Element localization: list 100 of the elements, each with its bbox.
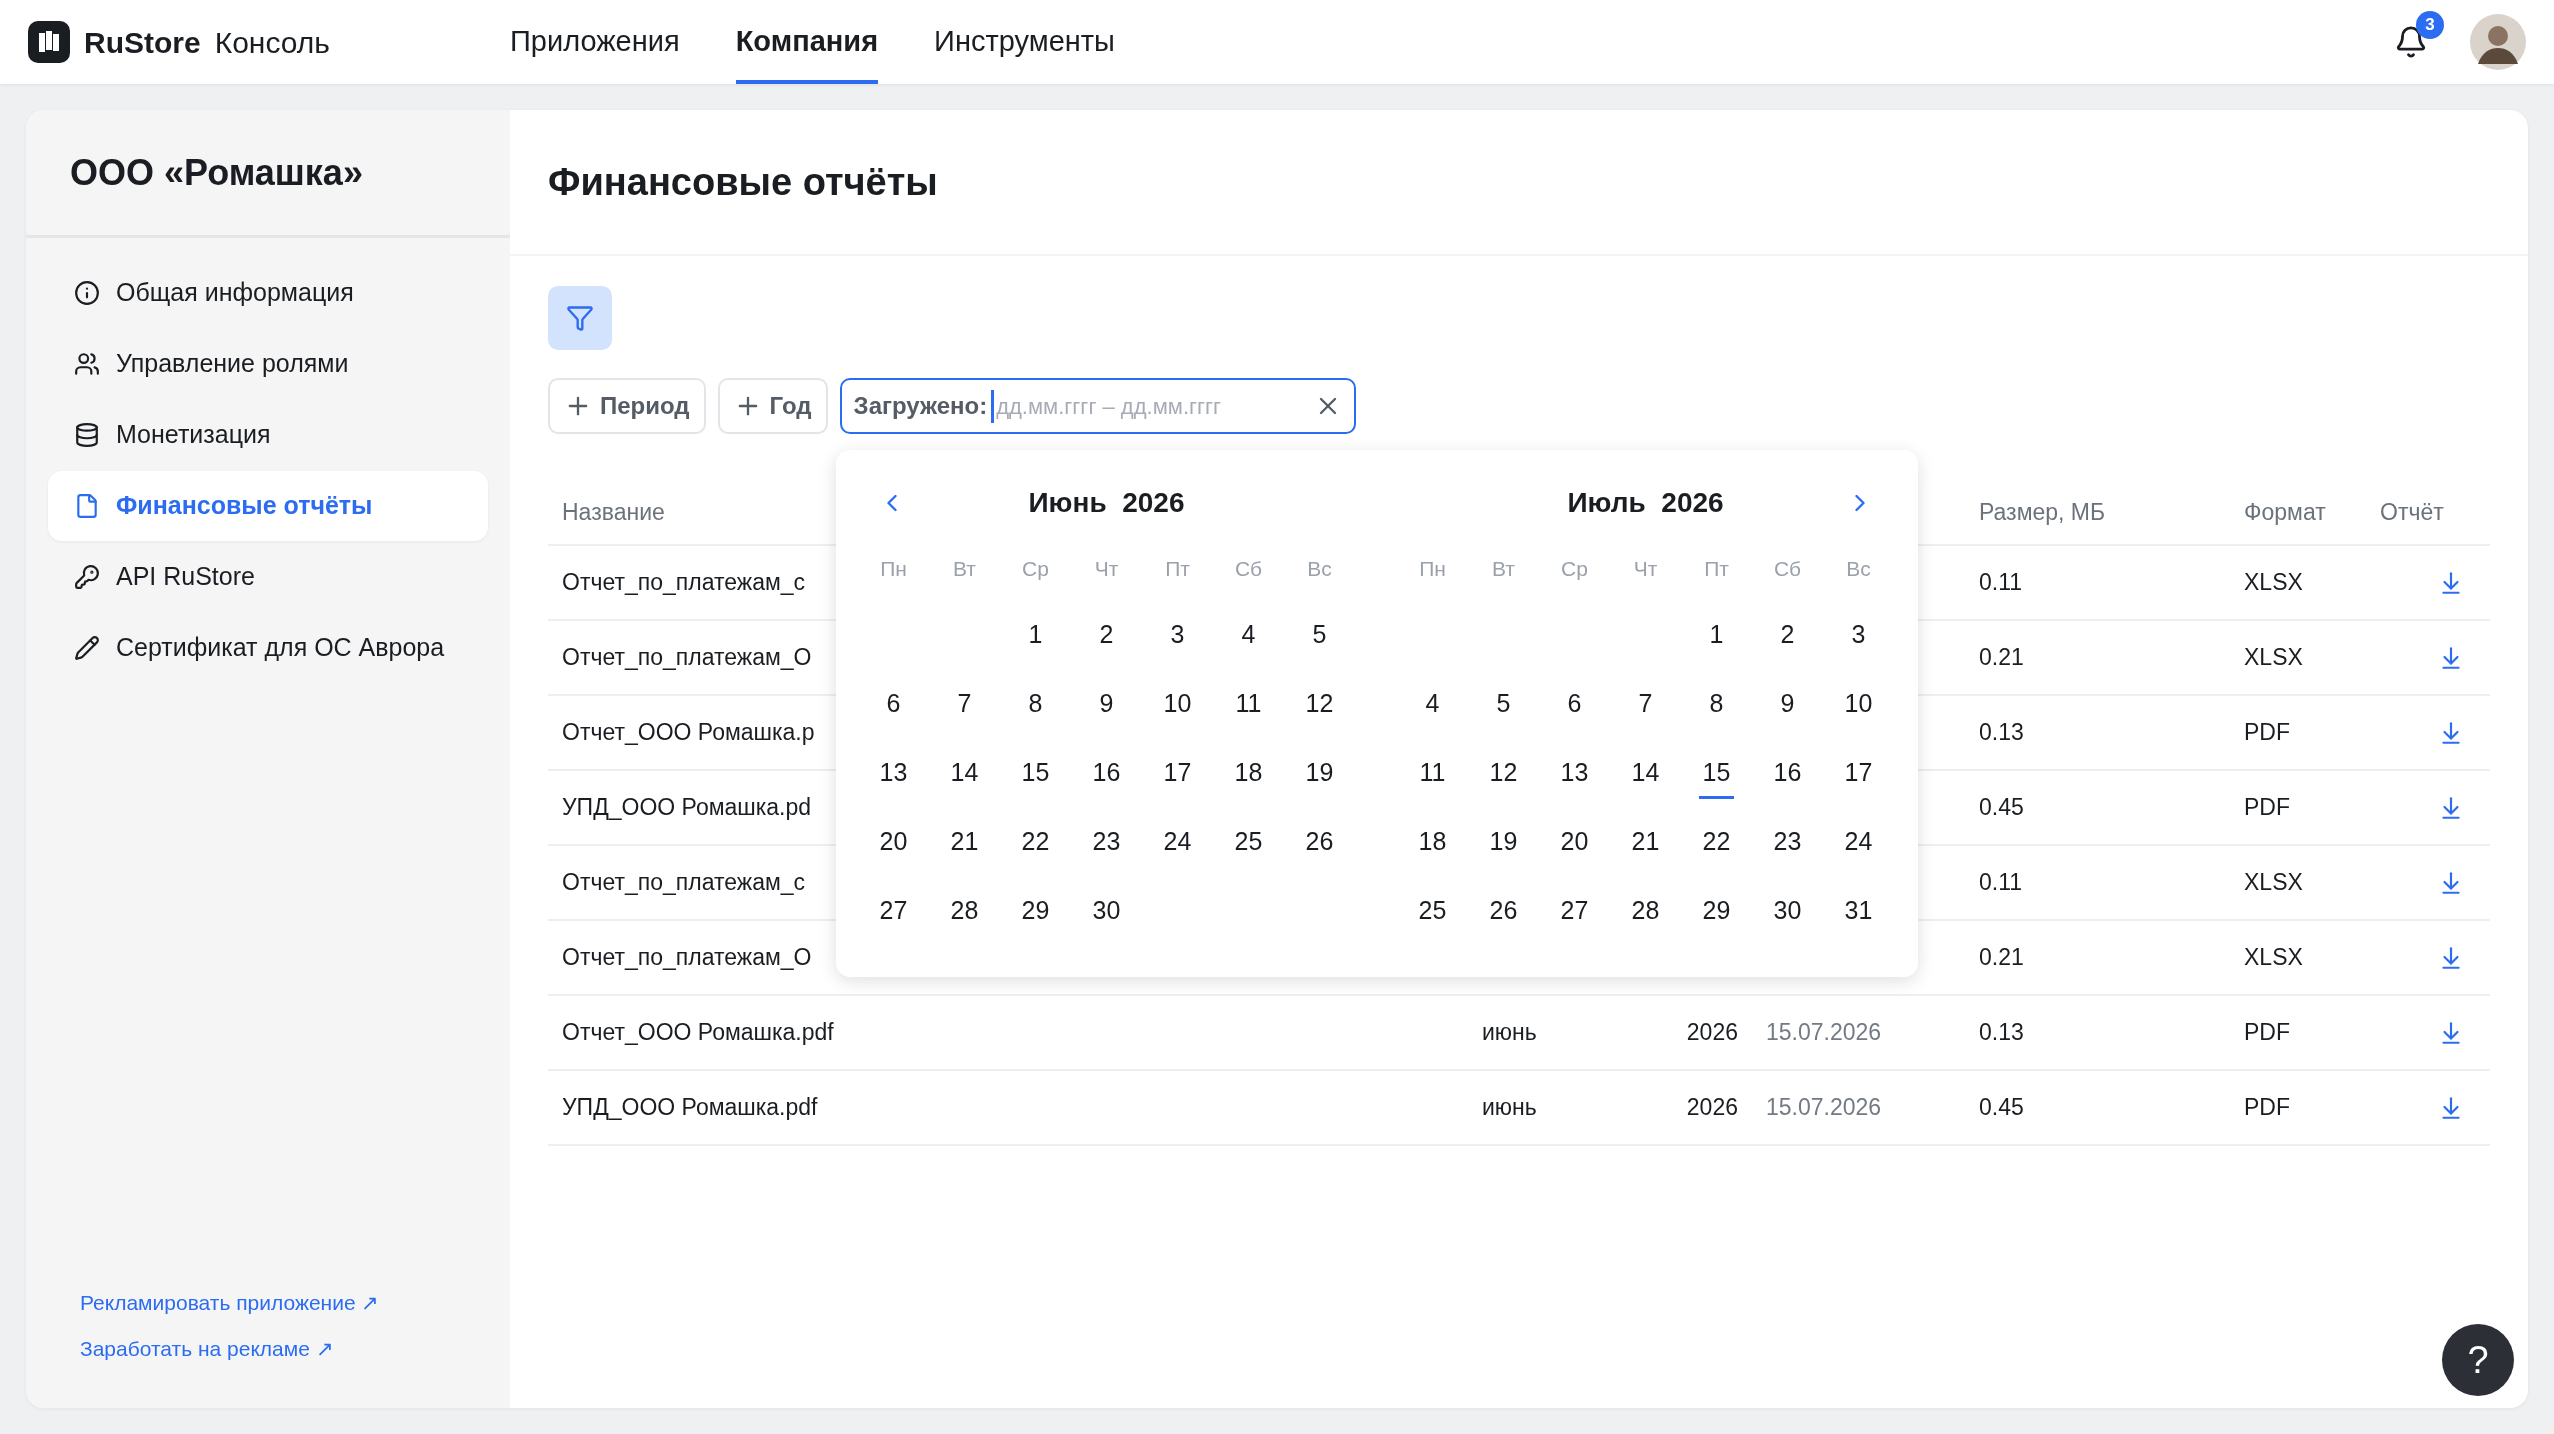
calendar-day[interactable]: 19 bbox=[1485, 823, 1522, 868]
table-cell-text: 0.21 bbox=[1978, 943, 2025, 973]
table-cell: 2026 bbox=[1686, 1019, 1738, 1046]
calendar-day[interactable]: 24 bbox=[1159, 823, 1196, 868]
calendar-day[interactable]: 6 bbox=[882, 685, 905, 730]
calendar-day[interactable]: 8 bbox=[1024, 685, 1047, 730]
calendar-day[interactable]: 24 bbox=[1840, 823, 1877, 868]
calendar-day[interactable]: 22 bbox=[1017, 823, 1054, 868]
calendar-day[interactable]: 14 bbox=[1627, 754, 1664, 799]
calendar-day[interactable]: 10 bbox=[1840, 685, 1877, 730]
calendar-day[interactable]: 21 bbox=[1627, 823, 1664, 868]
table-cell-text: 0.45 bbox=[1978, 1093, 2025, 1123]
external-link[interactable]: Заработать на рекламе ↗ bbox=[80, 1332, 456, 1364]
calendar-day[interactable]: 30 bbox=[1769, 892, 1806, 937]
calendar-day[interactable]: 20 bbox=[875, 823, 912, 868]
table-cell-text: XLSX bbox=[2243, 568, 2304, 598]
sidebar-item[interactable]: Монетизация bbox=[48, 400, 488, 470]
calendar-day[interactable]: 26 bbox=[1485, 892, 1522, 937]
avatar[interactable] bbox=[2470, 14, 2526, 70]
table-cell: июнь bbox=[1482, 1019, 1537, 1046]
calendar-day[interactable]: 13 bbox=[875, 754, 912, 799]
nav-tab[interactable]: Приложения bbox=[510, 0, 680, 84]
calendar-day[interactable]: 5 bbox=[1308, 616, 1331, 661]
calendar-day[interactable]: 23 bbox=[1088, 823, 1125, 868]
calendar-day[interactable]: 7 bbox=[953, 685, 976, 730]
calendar-day[interactable]: 26 bbox=[1301, 823, 1338, 868]
nav-tab[interactable]: Инструменты bbox=[934, 0, 1115, 84]
calendar-day[interactable]: 6 bbox=[1563, 685, 1586, 730]
calendar-day[interactable]: 25 bbox=[1414, 892, 1451, 937]
table-cell: Отчет_по_платежам_О bbox=[562, 644, 812, 671]
calendar-day[interactable]: 17 bbox=[1159, 754, 1196, 799]
sidebar-item[interactable]: Сертификат для ОС Аврора bbox=[48, 613, 488, 683]
calendar-day[interactable]: 9 bbox=[1776, 685, 1799, 730]
calendar-day[interactable]: 29 bbox=[1698, 892, 1735, 937]
calendar-day[interactable]: 18 bbox=[1414, 823, 1451, 868]
calendar-day[interactable]: 19 bbox=[1301, 754, 1338, 799]
calendar-day[interactable]: 15 bbox=[1698, 754, 1735, 799]
calendar-day[interactable]: 23 bbox=[1769, 823, 1806, 868]
calendar-day[interactable]: 3 bbox=[1166, 616, 1189, 661]
calendar-day[interactable]: 7 bbox=[1634, 685, 1657, 730]
date-range-input[interactable]: дд.мм.гггг – дд.мм.гггг bbox=[991, 389, 1306, 423]
table-cell: УПД_ООО Ромашка.pd bbox=[562, 794, 812, 821]
sidebar-item[interactable]: Управление ролями bbox=[48, 329, 488, 399]
nav-tab[interactable]: Компания bbox=[735, 0, 879, 84]
external-link[interactable]: Рекламировать приложение ↗ bbox=[80, 1287, 456, 1319]
calendar-day[interactable]: 2 bbox=[1776, 616, 1799, 661]
column-header: Название bbox=[562, 498, 665, 525]
calendar-day[interactable]: 4 bbox=[1237, 616, 1260, 661]
calendar-day[interactable]: 12 bbox=[1485, 754, 1522, 799]
calendar-day[interactable]: 11 bbox=[1415, 754, 1450, 799]
calendar-day[interactable]: 5 bbox=[1492, 685, 1515, 730]
calendar-day[interactable]: 12 bbox=[1301, 685, 1338, 730]
weekday-label: Вт bbox=[1491, 556, 1516, 583]
column-header: Формат bbox=[2244, 498, 2326, 525]
weekday-label: Вс bbox=[1306, 556, 1333, 583]
calendar-day[interactable]: 3 bbox=[1847, 616, 1870, 661]
table-cell-text: 0.45 bbox=[1978, 793, 2025, 823]
calendar-day[interactable]: 14 bbox=[946, 754, 983, 799]
weekday-label: Ср bbox=[1021, 556, 1050, 583]
weekday-label: Пн bbox=[1418, 556, 1447, 583]
calendar-day[interactable]: 16 bbox=[1769, 754, 1806, 799]
calendar-day[interactable]: 22 bbox=[1698, 823, 1735, 868]
table-cell-text: PDF bbox=[2243, 1018, 2291, 1048]
calendar-day[interactable]: 31 bbox=[1840, 892, 1877, 937]
calendar-day[interactable]: 25 bbox=[1230, 823, 1267, 868]
add-filter-chip[interactable]: Период bbox=[548, 378, 706, 434]
sidebar-item[interactable]: Общая информация bbox=[48, 258, 488, 328]
calendar-day[interactable]: 29 bbox=[1017, 892, 1054, 937]
calendar-day[interactable]: 30 bbox=[1088, 892, 1125, 937]
calendar-day[interactable]: 20 bbox=[1556, 823, 1593, 868]
calendar-day[interactable]: 15 bbox=[1017, 754, 1054, 799]
table-cell-text: XLSX bbox=[2243, 868, 2304, 898]
bell-icon[interactable] bbox=[2394, 25, 2428, 59]
calendar-day[interactable]: 27 bbox=[1556, 892, 1593, 937]
calendar-day[interactable]: 11 bbox=[1231, 685, 1266, 730]
table-cell: Отчет_по_платежам_О bbox=[562, 944, 812, 971]
calendar-day[interactable]: 13 bbox=[1556, 754, 1593, 799]
filter-button[interactable] bbox=[548, 286, 612, 350]
calendar-day[interactable]: 18 bbox=[1230, 754, 1267, 799]
calendar-day[interactable]: 9 bbox=[1095, 685, 1118, 730]
calendar-day[interactable]: 1 bbox=[1705, 616, 1728, 661]
calendar-day[interactable]: 4 bbox=[1421, 685, 1444, 730]
calendar-day[interactable]: 21 bbox=[946, 823, 983, 868]
calendar-day[interactable]: 17 bbox=[1840, 754, 1877, 799]
table-cell: УПД_ООО Ромашка.pdf bbox=[562, 1094, 818, 1121]
table-cell-text: XLSX bbox=[2243, 943, 2304, 973]
sidebar-item[interactable]: Финансовые отчёты bbox=[48, 471, 488, 541]
table-cell: июнь bbox=[1482, 1094, 1537, 1121]
add-filter-chip[interactable]: Год bbox=[717, 378, 828, 434]
date-range-field[interactable]: Загружено: дд.мм.гггг – дд.мм.гггг bbox=[839, 378, 1356, 434]
calendar-day[interactable]: 2 bbox=[1095, 616, 1118, 661]
help-button[interactable]: ? bbox=[2442, 1324, 2514, 1396]
calendar-day[interactable]: 10 bbox=[1159, 685, 1196, 730]
calendar-day[interactable]: 1 bbox=[1024, 616, 1047, 661]
calendar-day[interactable]: 28 bbox=[946, 892, 983, 937]
calendar-day[interactable]: 16 bbox=[1088, 754, 1125, 799]
calendar-day[interactable]: 8 bbox=[1705, 685, 1728, 730]
calendar-day[interactable]: 27 bbox=[875, 892, 912, 937]
sidebar-item[interactable]: API RuStore bbox=[48, 542, 488, 612]
calendar-day[interactable]: 28 bbox=[1627, 892, 1664, 937]
